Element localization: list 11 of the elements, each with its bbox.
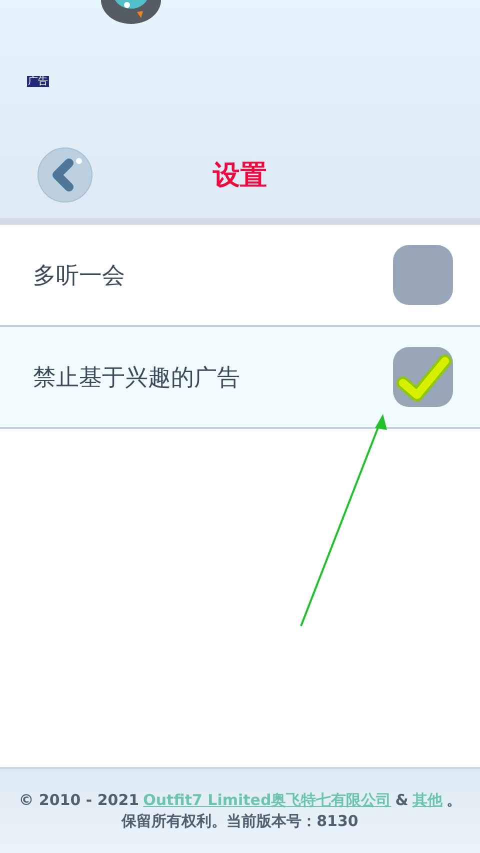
checkbox[interactable] [393,245,453,305]
ampersand-text: & [395,791,408,810]
period-text: 。 [446,791,462,810]
copyright-text: © 2010 - 2021 [18,791,140,810]
rights-text: 保留所有权利。当前版本号：8130 [122,812,358,831]
back-button[interactable] [37,147,93,203]
setting-row[interactable]: 禁止基于兴趣的广告 [0,327,480,429]
app-icon [101,0,161,24]
checkbox[interactable] [393,347,453,407]
ad-badge: 广告 [27,76,49,87]
page-title: 设置 [213,159,267,193]
